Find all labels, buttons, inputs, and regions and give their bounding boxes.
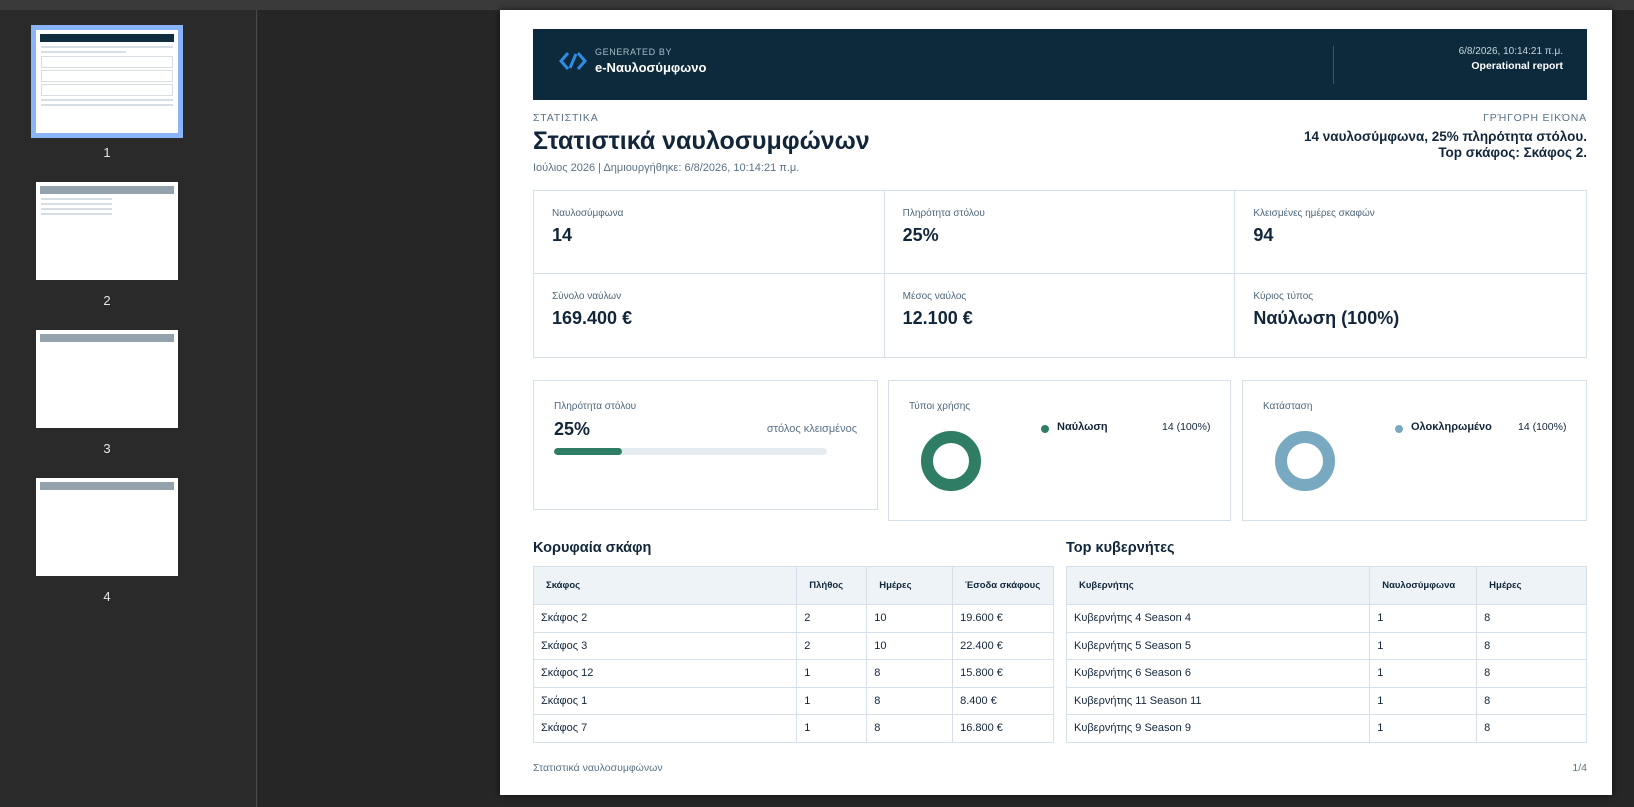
table-row: Κυβερνήτης 11 Season 11 1 8 <box>1065 686 1587 715</box>
brand-logo-icon <box>559 52 587 70</box>
footer-title: Στατιστικά ναυλοσυμφώνων <box>533 762 663 774</box>
thumbnail-sidebar: 1 2 3 4 <box>0 10 257 807</box>
section-eyebrow: ΣΤΑΤΙΣΤΙΚΑ <box>533 112 599 124</box>
fleet-fill-value: 25% <box>554 419 591 439</box>
top-skippers-table: Κυβερνήτης Ναυλοσύμφωνα Ημέρες Κυβερνήτη… <box>1065 566 1587 743</box>
usage-types-donut <box>921 431 981 491</box>
page-thumbnail-4[interactable] <box>36 478 178 576</box>
column-header: Σκάφος <box>532 566 798 605</box>
table-row: Σκάφος 3 2 10 22.400 € <box>532 631 1054 660</box>
kpi-average-fee: Μέσος ναύλος 12.100 € <box>885 274 1236 357</box>
status-legend-value: 14 (100%) <box>1518 421 1567 433</box>
fleet-fill-note: στόλος κλεισμένος <box>766 423 857 435</box>
usage-types-card: Τύποι χρήσης Ναύλωση 14 (100%) <box>888 380 1231 521</box>
table-row: Κυβερνήτης 4 Season 418 <box>1065 604 1587 633</box>
fleet-fill-label: Πληρότητα στόλου <box>554 401 637 412</box>
quick-view-label: ΓΡΉΓΟΡΗ ΕΙΚΌΝΑ <box>1483 112 1587 124</box>
fleet-fill-bar <box>554 448 623 455</box>
column-header: Ημέρες <box>1476 566 1587 605</box>
page-title: Στατιστικά ναυλοσυμφώνων <box>533 127 870 155</box>
kpi-charters: Ναυλοσύμφωνα 14 <box>534 191 885 274</box>
page-thumbnail-1[interactable] <box>31 25 183 138</box>
page-thumbnail-3[interactable] <box>36 330 178 428</box>
column-header: Ημέρες <box>866 566 954 605</box>
page-thumbnail-number: 2 <box>103 293 111 308</box>
brand-name: e-Ναυλοσύμφωνο <box>595 60 707 75</box>
kpi-booked-days: Κλεισμένες ημέρες σκαφών 94 <box>1235 191 1586 274</box>
usage-legend-name: Ναύλωση <box>1057 421 1108 433</box>
generated-by-label: GENERATED BY <box>595 47 673 57</box>
status-legend-name: Ολοκληρωμένο <box>1411 421 1492 433</box>
usage-legend-value: 14 (100%) <box>1162 421 1211 433</box>
table-row: Σκάφος 1 1 8 8.400 € <box>532 686 1054 715</box>
table-row: Κυβερνήτης 9 Season 918 <box>1065 714 1587 743</box>
usage-legend-dot <box>1041 425 1049 433</box>
quick-view-summary: 14 ναυλοσύμφωνα, 25% πληρότητα στόλου. T… <box>1304 129 1587 160</box>
column-header: Έσοδα σκάφους <box>952 566 1054 605</box>
table-row: Κυβερνήτης 6 Season 618 <box>1065 659 1587 688</box>
column-header: Κυβερνήτης <box>1065 566 1371 605</box>
kpi-total-fees: Σύνολο ναύλων 169.400 € <box>534 274 885 357</box>
table-row: Σκάφος 12 1 8 15.800 € <box>532 659 1054 688</box>
page-number: 1/4 <box>1572 762 1587 774</box>
page-thumbnail-number: 4 <box>103 589 111 604</box>
report-page: GENERATED BY e-Ναυλοσύμφωνο 6/8/2026, 10… <box>500 10 1612 795</box>
report-subtitle: Ιούλιος 2026 | Δημιουργήθηκε: 6/8/2026, … <box>533 162 800 174</box>
kpi-fleet-fill: Πληρότητα στόλου 25% <box>884 191 1236 274</box>
usage-types-label: Τύποι χρήσης <box>909 401 971 412</box>
status-label: Κατάσταση <box>1263 401 1313 412</box>
top-vessels-title: Κορυφαία σκάφη <box>533 540 652 556</box>
fleet-fill-track <box>554 448 827 455</box>
header-divider <box>1333 46 1334 84</box>
column-header: Ναυλοσύμφωνα <box>1369 566 1478 605</box>
page-thumbnail-2[interactable] <box>36 182 178 280</box>
report-date: 6/8/2026, 10:14:21 π.μ. <box>1458 46 1563 57</box>
page-thumbnail-number: 1 <box>103 145 111 160</box>
status-legend-dot <box>1395 425 1403 433</box>
kpi-grid: Ναυλοσύμφωνα 14 Πληρότητα στόλου 25% Κλεισ… <box>533 190 1587 358</box>
report-header: GENERATED BY e-Ναυλοσύμφωνο 6/8/2026, 10… <box>533 29 1587 100</box>
status-card: Κατάσταση Ολοκληρωμένο 14 (100%) <box>1242 380 1587 521</box>
top-vessels-table: Σκάφος Πλήθος Ημέρες Έσοδα σκάφους Σκάφο… <box>532 566 1054 743</box>
column-header: Πλήθος <box>796 566 868 605</box>
fleet-fill-card: Πληρότητα στόλου 25% στόλος κλεισμένος <box>533 380 878 510</box>
status-donut <box>1275 431 1335 491</box>
table-row: Κυβερνήτης 5 Season 518 <box>1065 631 1587 660</box>
top-skippers-title: Top κυβερνήτες <box>1066 540 1175 556</box>
table-row: Σκάφος 2 2 10 19.600 € <box>532 604 1054 633</box>
table-row: Σκάφος 7 1 8 16.800 € <box>532 714 1054 743</box>
page-thumbnail-number: 3 <box>103 441 111 456</box>
kpi-main-type: Κύριος τύπος Ναύλωση (100%) <box>1253 291 1400 328</box>
report-type: Operational report <box>1471 60 1563 72</box>
viewer-top-bar <box>0 0 1634 10</box>
